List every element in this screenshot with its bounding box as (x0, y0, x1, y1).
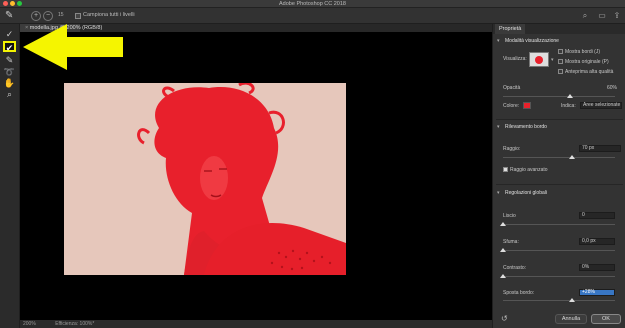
feather-field[interactable]: 0,0 px (579, 238, 615, 245)
shift-edge-value: +28% (582, 289, 595, 295)
brush-refine-tool-icon[interactable]: ✎ (5, 10, 13, 21)
workspace-icon[interactable]: ▭ (597, 11, 607, 21)
smooth-slider-thumb[interactable] (500, 222, 506, 226)
search-icon[interactable]: ⌕ (580, 11, 590, 21)
smooth-field[interactable]: 0 (579, 212, 615, 219)
lasso-icon[interactable]: ➰ (3, 67, 16, 78)
sample-all-layers-label: Campiona tutti i livelli (83, 12, 135, 18)
smooth-value: 0 (582, 212, 585, 218)
properties-tab-bar: Proprietà (493, 24, 625, 34)
radius-slider-track[interactable] (503, 157, 615, 158)
sample-all-layers-checkbox[interactable] (75, 13, 81, 19)
opacity-slider-track[interactable] (503, 96, 615, 97)
properties-panel: Proprietà ▾ Modalità visualizzazione Vis… (492, 24, 625, 328)
indicates-label: Indica: (561, 103, 576, 109)
contrast-slider-track[interactable] (503, 276, 615, 277)
contrast-label: Contrasto: (503, 265, 527, 271)
contrast-field[interactable]: 0% (579, 264, 615, 271)
share-icon[interactable]: ⇪ (612, 11, 622, 21)
high-quality-preview-label: Anteprima alta qualità (565, 69, 614, 75)
subtract-from-selection-icon[interactable]: − (43, 11, 53, 21)
section-divider (496, 119, 623, 120)
show-original-label: Mostra originale (P) (565, 59, 609, 65)
feather-label: Sfuma: (503, 239, 519, 245)
feather-slider-thumb[interactable] (500, 248, 506, 252)
yellow-arrow-annotation (23, 24, 123, 70)
high-quality-preview-checkbox[interactable] (558, 69, 563, 74)
overlay-color-swatch[interactable] (523, 102, 531, 109)
shift-edge-label: Sposta bordo: (503, 290, 535, 296)
document-canvas[interactable] (20, 32, 492, 320)
hand-icon[interactable]: ✋ (3, 78, 16, 89)
indicates-value: Aree selezionate (583, 102, 621, 108)
brush-refine-icon[interactable]: ✓ (3, 29, 16, 40)
ok-button[interactable]: OK (591, 314, 621, 324)
view-mode-thumbnail[interactable] (529, 52, 549, 67)
photoshop-window: Adobe Photoshop CC 2018 ✎ + − 15 Campion… (0, 0, 625, 328)
shift-edge-slider-thumb[interactable] (569, 298, 576, 302)
properties-tab[interactable]: Proprietà (495, 24, 526, 34)
shift-edge-slider-track[interactable] (503, 300, 615, 301)
radius-slider-thumb[interactable] (569, 155, 576, 159)
refine-edge-brush-icon[interactable]: ✔ (3, 41, 16, 53)
reset-icon[interactable]: ↺ (501, 314, 508, 323)
opacity-label: Opacità (503, 85, 521, 91)
show-edge-label: Mostra bordi (J) (565, 49, 601, 55)
radius-field[interactable]: 70 px (579, 145, 621, 152)
status-info[interactable]: Efficienza: 100%* (55, 321, 94, 327)
global-refinements-title: Regolazioni globali (505, 190, 547, 196)
zoom-icon[interactable]: ⌕ (3, 89, 16, 100)
selection-overlay-image (64, 83, 346, 275)
smart-radius-checkbox[interactable] (503, 167, 508, 172)
contrast-value: 0% (582, 264, 590, 270)
quick-selection-icon[interactable]: ✎ (3, 55, 16, 66)
status-bar: 200% Efficienza: 100%* (20, 320, 492, 328)
show-original-checkbox[interactable] (558, 59, 563, 64)
opacity-slider-thumb[interactable] (567, 94, 574, 98)
smart-radius-label: Raggio avanzato (510, 167, 548, 173)
edge-detection-chevron-icon[interactable]: ▾ (497, 124, 500, 130)
feather-slider-track[interactable] (503, 250, 615, 251)
view-label: Visualizza: (503, 56, 527, 62)
window-title: Adobe Photoshop CC 2018 (279, 1, 346, 7)
global-refinements-chevron-icon[interactable]: ▾ (497, 190, 500, 196)
smooth-slider-track[interactable] (503, 224, 615, 225)
cancel-button[interactable]: Annulla (555, 314, 587, 324)
section-divider (496, 184, 623, 185)
show-edge-checkbox[interactable] (558, 49, 563, 54)
title-bar: Adobe Photoshop CC 2018 (0, 0, 625, 8)
model-photo-with-red-overlay[interactable] (64, 83, 346, 275)
brush-size[interactable]: 15 (58, 12, 64, 18)
status-zoom[interactable]: 200% (23, 321, 36, 327)
feather-value: 0,0 px (582, 238, 596, 244)
add-to-selection-icon[interactable]: + (31, 11, 41, 21)
collapse-chevron-icon[interactable]: ▾ (497, 38, 500, 44)
radius-label: Raggio: (503, 146, 521, 152)
view-mode-dropdown-icon[interactable]: ▾ (551, 57, 554, 63)
view-mode-title: Modalità visualizzazione (505, 38, 559, 44)
edge-detection-title: Rilevamento bordo (505, 124, 547, 130)
opacity-value[interactable]: 60% (607, 85, 617, 91)
contrast-slider-thumb[interactable] (500, 274, 506, 278)
color-label: Colore: (503, 103, 520, 109)
indicates-dropdown[interactable]: Aree selezionate (580, 102, 622, 109)
shift-edge-field[interactable]: +28% (579, 289, 615, 296)
smooth-label: Liscio (503, 213, 516, 219)
radius-value: 70 px (582, 145, 595, 151)
